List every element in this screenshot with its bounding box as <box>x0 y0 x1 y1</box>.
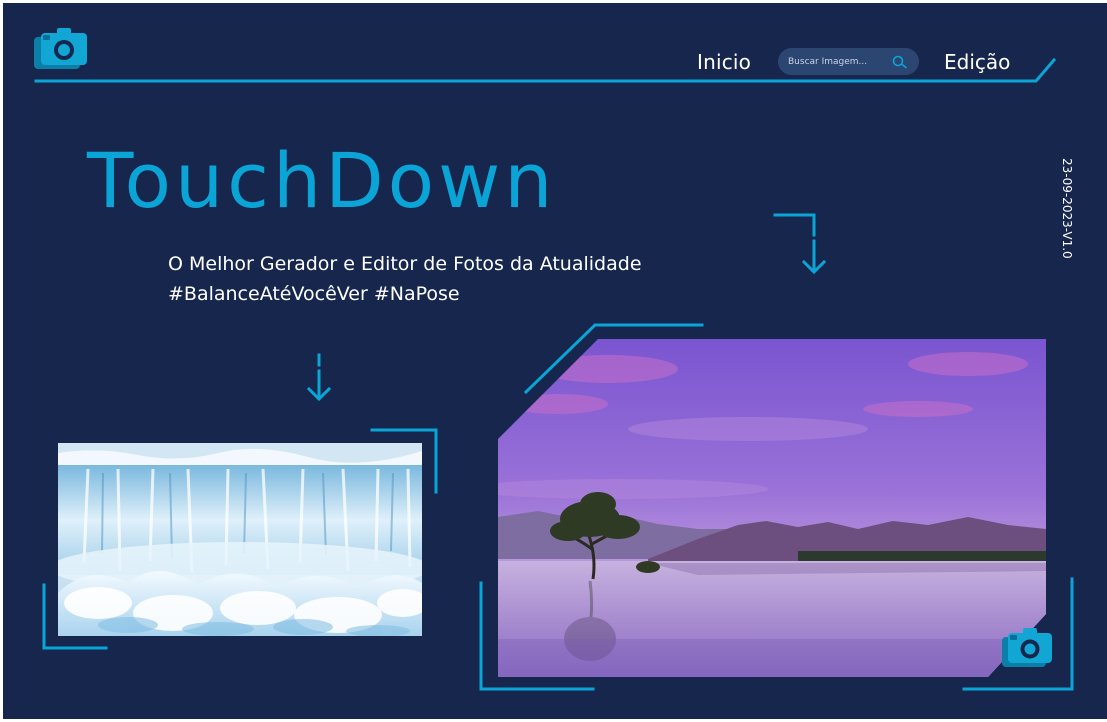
search-bar[interactable] <box>778 48 919 75</box>
search-icon[interactable] <box>891 55 911 69</box>
hero-hashtags: #BalanceAtéVocêVer #NaPose <box>168 283 460 305</box>
waterfall-image <box>58 443 422 636</box>
down-arrow-left <box>306 386 332 402</box>
lake-tree-image <box>498 339 1046 677</box>
hero-subtitle: O Melhor Gerador e Editor de Fotos da At… <box>168 253 642 275</box>
corner-camera-icon[interactable] <box>1002 625 1058 669</box>
logo-camera-icon[interactable] <box>34 25 90 73</box>
landing-page: Inicio Edição TouchDown O Melhor Gerador… <box>3 3 1107 719</box>
nav-edicao-link[interactable]: Edição <box>944 50 1010 74</box>
corner-arrow-bracket <box>773 213 816 237</box>
nav-inicio-link[interactable]: Inicio <box>697 50 751 74</box>
down-arrow-right <box>801 259 827 275</box>
version-label: 23-09-2023-V1.0 <box>1060 158 1074 259</box>
search-input[interactable] <box>788 56 884 67</box>
hero-title: TouchDown <box>87 136 557 225</box>
